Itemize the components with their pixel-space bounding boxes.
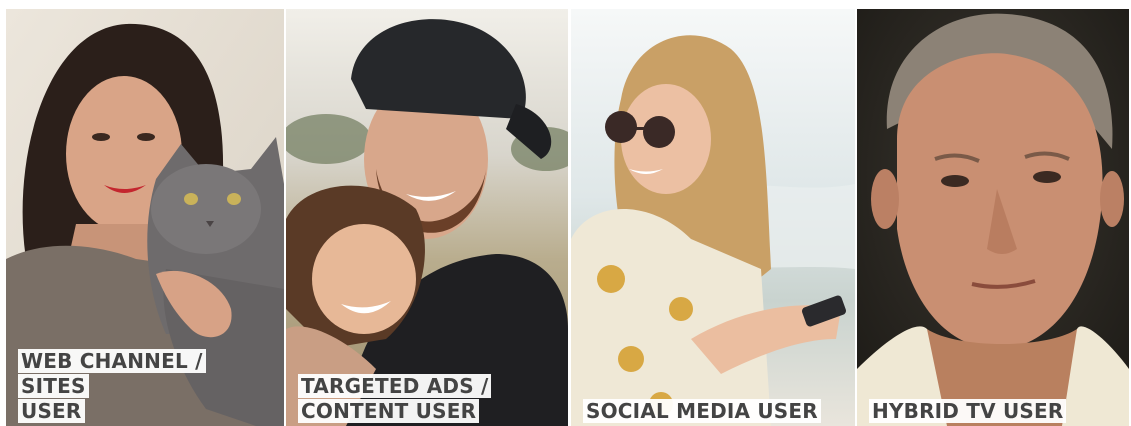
label-line: WEB CHANNEL / SITES: [18, 349, 206, 398]
older-man-portrait-photo: [857, 9, 1129, 426]
persona-label-targeted-ads: TARGETED ADS / CONTENT USER: [298, 374, 492, 424]
label-line: CONTENT USER: [298, 399, 480, 423]
persona-card-targeted-ads: TARGETED ADS / CONTENT USER: [286, 9, 568, 426]
persona-label-web-channel: WEB CHANNEL / SITES USER: [18, 349, 273, 424]
label-line: HYBRID TV USER: [869, 399, 1067, 423]
man-hugging-child-photo: [286, 9, 568, 426]
persona-label-hybrid-tv: HYBRID TV USER: [869, 399, 1067, 424]
persona-card-hybrid-tv: HYBRID TV USER: [857, 9, 1129, 426]
persona-card-web-channel: WEB CHANNEL / SITES USER: [6, 9, 284, 426]
woman-at-beach-with-phone-photo: [571, 9, 855, 426]
label-line: TARGETED ADS /: [298, 374, 492, 398]
label-line: SOCIAL MEDIA USER: [583, 399, 821, 423]
persona-label-social-media: SOCIAL MEDIA USER: [583, 399, 821, 424]
persona-card-social-media: SOCIAL MEDIA USER: [571, 9, 855, 426]
label-line: USER: [18, 399, 85, 423]
